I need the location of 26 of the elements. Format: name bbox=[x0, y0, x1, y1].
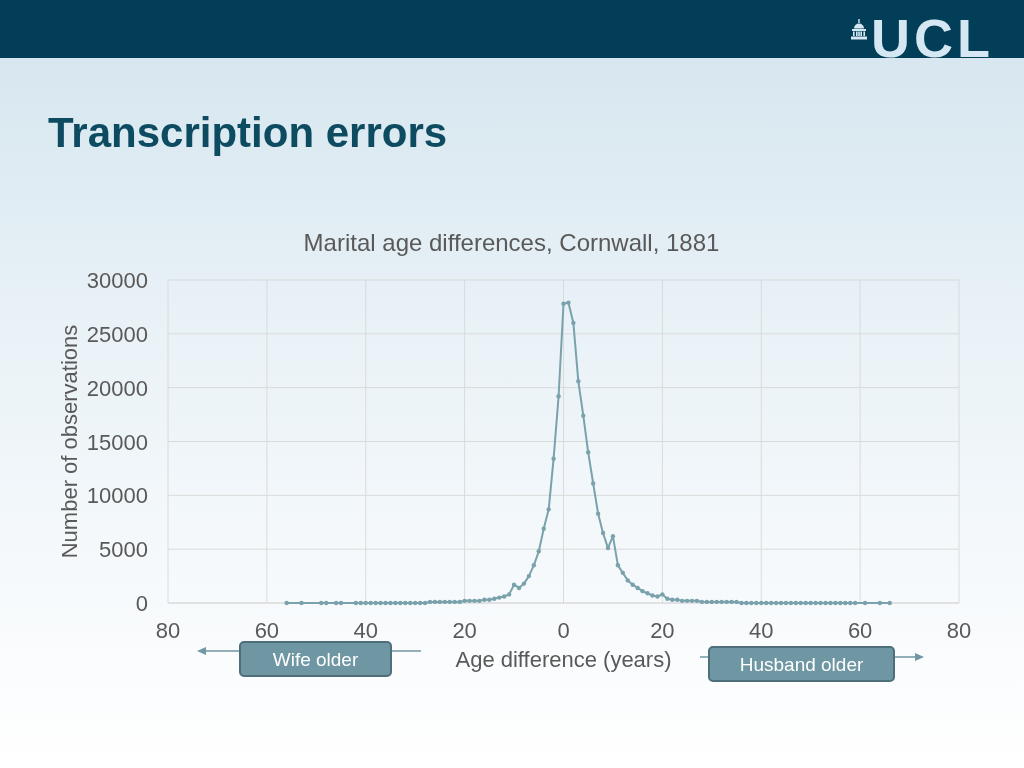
arrow bbox=[895, 653, 924, 661]
x-tick-label: 80 bbox=[155, 618, 181, 643]
y-tick-label: 5000 bbox=[99, 537, 148, 563]
x-tick-label: 40 bbox=[749, 618, 774, 643]
y-tick-label: 0 bbox=[135, 591, 148, 616]
y-tick-label: 30000 bbox=[86, 268, 148, 293]
arrow bbox=[197, 647, 239, 655]
x-tick-label: 0 bbox=[557, 618, 570, 643]
slide-title: Transcription errors bbox=[48, 109, 448, 157]
callout-box: Wife older bbox=[239, 641, 392, 677]
y-tick-label: 20000 bbox=[86, 375, 148, 401]
x-tick-label: 40 bbox=[353, 618, 378, 643]
callout-box: Husband older bbox=[708, 646, 895, 682]
x-axis-title: Age difference (years) bbox=[455, 647, 672, 672]
y-axis-title: Number of observations bbox=[57, 324, 82, 559]
logo: UCL bbox=[871, 19, 994, 58]
y-tick-label: 15000 bbox=[86, 429, 148, 455]
x-tick-label: 20 bbox=[452, 618, 477, 643]
x-tick-label: 20 bbox=[650, 618, 675, 643]
y-tick-label: 10000 bbox=[86, 483, 148, 509]
x-tick-label: 60 bbox=[254, 618, 280, 643]
x-tick-label: 80 bbox=[946, 618, 972, 643]
x-tick-label: 60 bbox=[847, 618, 873, 643]
chart-title: Marital age differences, Cornwall, 1881 bbox=[303, 229, 720, 256]
y-tick-label: 25000 bbox=[86, 321, 148, 347]
building-icon bbox=[851, 19, 867, 40]
